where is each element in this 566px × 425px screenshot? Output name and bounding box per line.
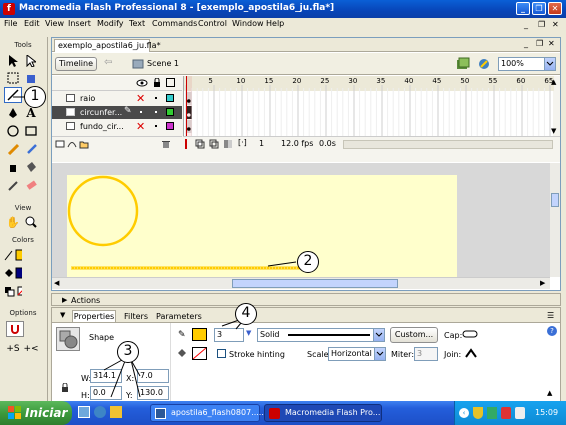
taskbar-item-word[interactable]: apostila6_flash0807..... xyxy=(150,404,264,422)
taskbar-item-label: apostila6_flash0807..... xyxy=(171,408,264,417)
tray-arrow-icon[interactable]: ‹ xyxy=(459,408,469,418)
network-icon[interactable] xyxy=(487,407,497,419)
callout-leaders xyxy=(13,96,297,398)
security-icon[interactable] xyxy=(501,407,511,419)
callout-1: 1 xyxy=(24,86,46,108)
taskbar-item-flash[interactable]: Macromedia Flash Pro... xyxy=(264,404,382,422)
windows-logo-icon xyxy=(8,406,22,420)
callout-3: 3 xyxy=(117,341,139,363)
shield-icon[interactable] xyxy=(473,407,483,419)
mail-icon[interactable] xyxy=(110,406,122,418)
start-button[interactable]: Iniciar xyxy=(0,401,72,425)
quicklaunch-icons xyxy=(78,406,138,420)
clock: 15:09 xyxy=(535,408,559,417)
desktop-icon[interactable] xyxy=(78,406,90,418)
browser-icon[interactable] xyxy=(94,406,106,418)
callout-2: 2 xyxy=(297,251,319,273)
volume-icon[interactable] xyxy=(515,407,525,419)
start-label: Iniciar xyxy=(25,406,68,420)
flash-icon xyxy=(269,408,280,419)
system-tray: ‹ 15:09 xyxy=(454,401,566,425)
taskbar: Iniciar apostila6_flash0807..... Macrome… xyxy=(0,401,566,425)
callout-4: 4 xyxy=(235,303,257,325)
word-icon xyxy=(155,408,166,419)
taskbar-item-label: Macromedia Flash Pro... xyxy=(285,408,381,417)
